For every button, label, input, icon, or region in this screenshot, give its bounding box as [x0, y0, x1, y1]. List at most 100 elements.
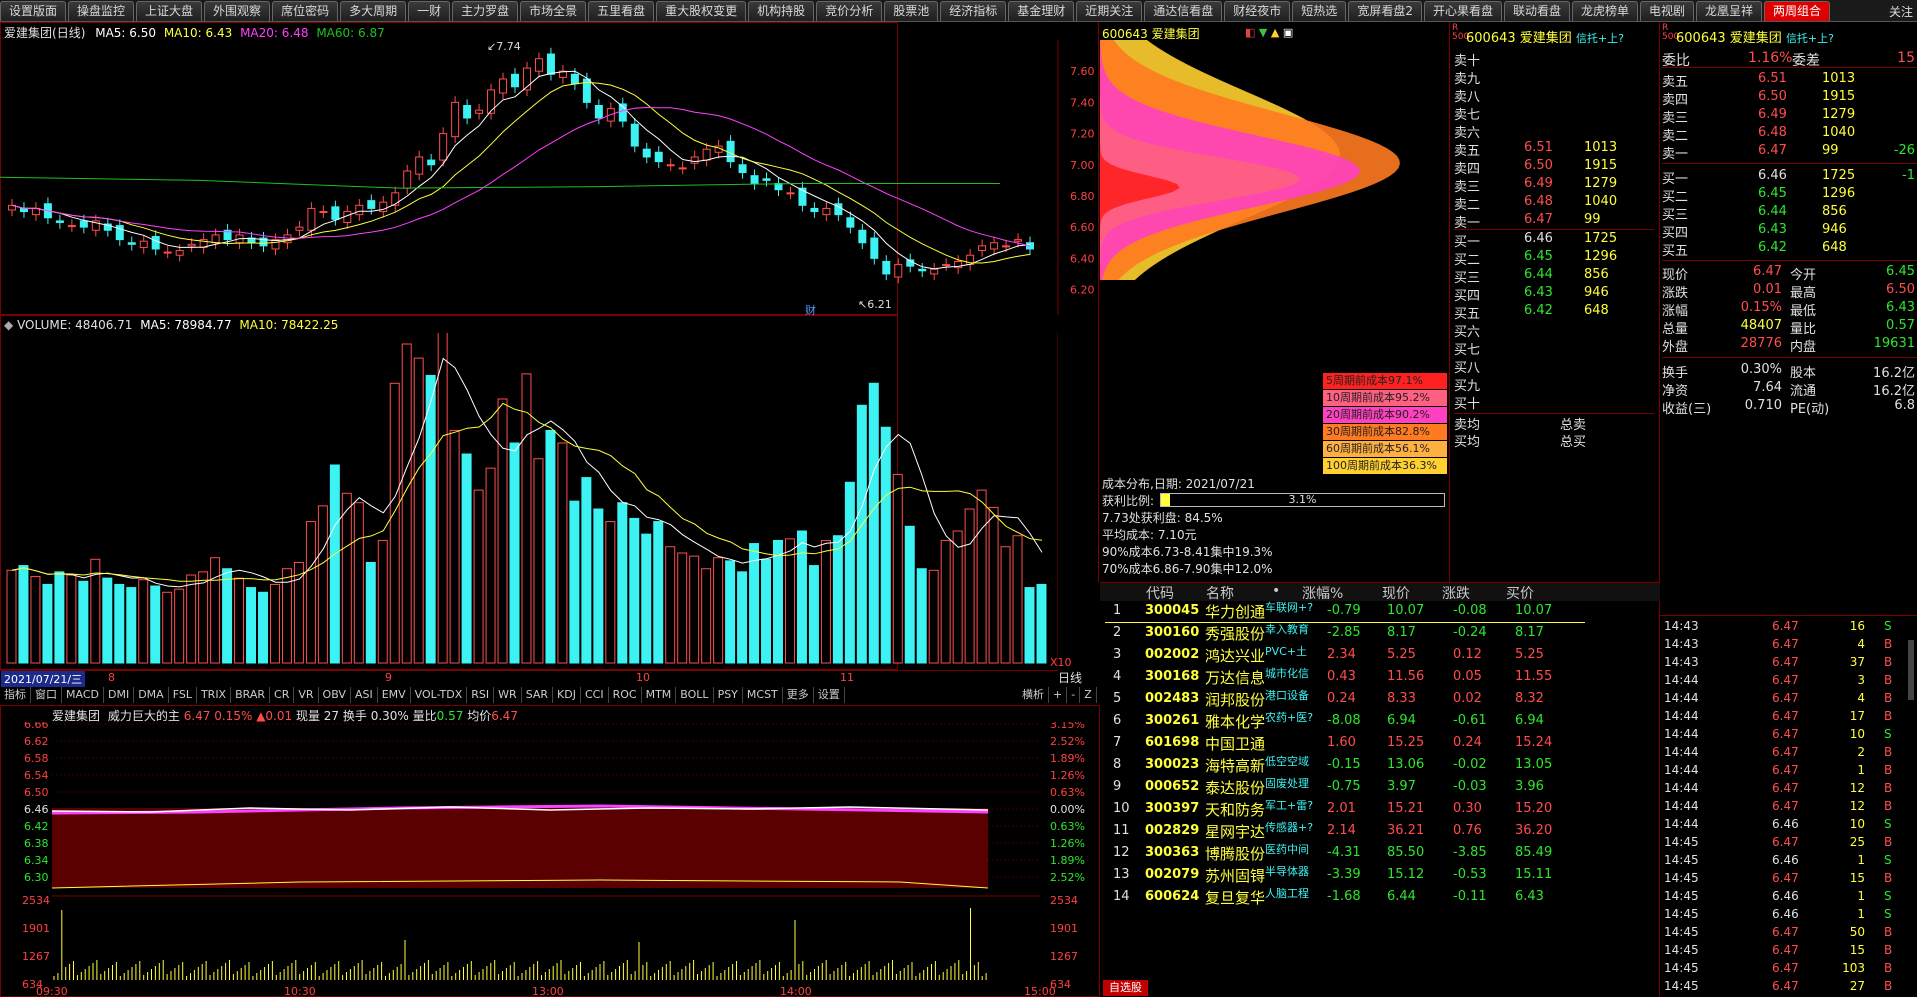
- indicator-tab-7[interactable]: BRAR: [231, 687, 271, 703]
- orderbook-mid-sell-2[interactable]: 卖八: [1454, 86, 1654, 105]
- orderbook-mid-buy-1[interactable]: 买二 6.45 1296: [1454, 249, 1654, 268]
- orderbook-mid-buy-0[interactable]: 买一 6.46 1725: [1454, 231, 1654, 250]
- indicator-tab-14[interactable]: RSI: [467, 687, 495, 703]
- orderbook-right-sell-2[interactable]: 卖三 6.49 1279: [1662, 107, 1917, 126]
- indicator-control-2[interactable]: -: [1067, 687, 1081, 703]
- orderbook-mid-sell-7[interactable]: 卖三 6.49 1279: [1454, 176, 1654, 195]
- indicator-tab-1[interactable]: 窗口: [31, 687, 62, 703]
- orderbook-mid-sell-5[interactable]: 卖五 6.51 1013: [1454, 140, 1654, 159]
- tab-16[interactable]: 近期关注: [1076, 1, 1143, 21]
- tab-18[interactable]: 财经夜市: [1224, 1, 1291, 21]
- orderbook-mid-buy-9[interactable]: 买十: [1454, 393, 1654, 412]
- indicator-tab-18[interactable]: CCI: [581, 687, 609, 703]
- tick-scrollbar[interactable]: [1908, 640, 1914, 700]
- indicator-tab-0[interactable]: 指标: [0, 687, 31, 703]
- orderbook-right-sell-3[interactable]: 卖二 6.48 1040: [1662, 125, 1917, 144]
- orderbook-mid-buy-3[interactable]: 买四 6.43 946: [1454, 285, 1654, 304]
- watchlist-row[interactable]: 13 002079 苏州固锝 半导体器 -3.39 15.12 -0.53 15.11: [1105, 865, 1585, 887]
- watchlist-row[interactable]: 10 300397 天和防务 军工+雷? 2.01 15.21 0.30 15.20: [1105, 799, 1585, 821]
- indicator-tab-5[interactable]: FSL: [169, 687, 197, 703]
- watchlist-row[interactable]: 9 000652 泰达股份 固废处理 -0.75 3.97 -0.03 3.96: [1105, 777, 1585, 799]
- tab-1[interactable]: 操盘监控: [68, 1, 135, 21]
- orderbook-right-sell-4[interactable]: 卖一 6.47 99 -26: [1662, 143, 1917, 162]
- orderbook-mid-sell-6[interactable]: 卖四 6.50 1915: [1454, 158, 1654, 177]
- watchlist-row[interactable]: 7 601698 中国卫通 1.60 15.25 0.24 15.24: [1105, 733, 1585, 755]
- cost-tool-icon-4[interactable]: ▣: [1283, 26, 1293, 39]
- orderbook-right-sell-1[interactable]: 卖四 6.50 1915: [1662, 89, 1917, 108]
- orderbook-mid-sell-9[interactable]: 卖一 6.47 99: [1454, 212, 1654, 231]
- tab-2[interactable]: 上证大盘: [136, 1, 203, 21]
- kline-chart[interactable]: 7.60 7.40 7.20 7.00 6.80 6.60 6.40 6.20: [0, 40, 1098, 315]
- watchlist-row[interactable]: 5 002483 润邦股份 港口设备 0.24 8.33 0.02 8.32: [1105, 689, 1585, 711]
- orderbook-mid-sell-0[interactable]: 卖十: [1454, 50, 1654, 69]
- orderbook-right-buy-3[interactable]: 买四 6.43 946: [1662, 222, 1917, 241]
- tab-19[interactable]: 短热选: [1292, 1, 1347, 21]
- intraday-chart[interactable]: 6.66 3.15% 6.62 2.52% 6.58 1.89% 6.54 1.26% 6.50…: [0, 722, 1100, 997]
- watchlist-row[interactable]: 1 300045 华力创通 车联网+? -0.79 10.07 -0.08 10.07: [1105, 601, 1585, 623]
- indicator-control-3[interactable]: Z: [1080, 687, 1097, 703]
- tab-25[interactable]: 龙凰呈祥: [1696, 1, 1763, 21]
- watchlist-row[interactable]: 12 300363 博腾股份 医药中间 -4.31 85.50 -3.85 85.49: [1105, 843, 1585, 865]
- orderbook-mid-buy-7[interactable]: 买八: [1454, 357, 1654, 376]
- indicator-control-1[interactable]: +: [1049, 687, 1068, 703]
- cost-tool-icon-1[interactable]: ◧: [1245, 26, 1255, 39]
- orderbook-mid-sell-3[interactable]: 卖七: [1454, 104, 1654, 123]
- watchlist-row[interactable]: 14 600624 复旦复华 人脑工程 -1.68 6.44 -0.11 6.43: [1105, 887, 1585, 909]
- orderbook-right-buy-4[interactable]: 买五 6.42 648: [1662, 240, 1917, 259]
- watchlist-row[interactable]: 3 002002 鸿达兴业 PVC+土 2.34 5.25 0.12 5.25: [1105, 645, 1585, 667]
- indicator-tab-12[interactable]: EMV: [378, 687, 411, 703]
- indicator-tab-17[interactable]: KDJ: [553, 687, 581, 703]
- indicator-tab-9[interactable]: VR: [294, 687, 319, 703]
- tab-23[interactable]: 龙虎榜单: [1571, 1, 1638, 21]
- orderbook-mid-sell-4[interactable]: 卖六: [1454, 122, 1654, 141]
- indicator-tab-15[interactable]: WR: [494, 687, 522, 703]
- tab-3[interactable]: 外围观察: [204, 1, 271, 21]
- orderbook-mid-sell-8[interactable]: 卖二 6.48 1040: [1454, 194, 1654, 213]
- indicator-tab-2[interactable]: MACD: [62, 687, 104, 703]
- tab-13[interactable]: 股票池: [884, 1, 939, 21]
- indicator-tab-11[interactable]: ASI: [351, 687, 378, 703]
- tab-4[interactable]: 席位密码: [272, 1, 339, 21]
- tab-6[interactable]: 一财: [408, 1, 451, 21]
- orderbook-right-sell-0[interactable]: 卖五 6.51 1013: [1662, 71, 1917, 90]
- watchlist-row[interactable]: 4 300168 万达信息 城市化信 0.43 11.56 0.05 11.55: [1105, 667, 1585, 689]
- tab-15[interactable]: 基金理财: [1008, 1, 1075, 21]
- orderbook-mid-buy-6[interactable]: 买七: [1454, 339, 1654, 358]
- indicator-tab-6[interactable]: TRIX: [197, 687, 232, 703]
- orderbook-mid-buy-4[interactable]: 买五 6.42 648: [1454, 303, 1654, 322]
- tab-0[interactable]: 设置版面: [0, 1, 67, 21]
- tab-20[interactable]: 宽屏看盘2: [1348, 1, 1422, 21]
- watchlist-row[interactable]: 8 300023 海特高新 低空空域 -0.15 13.06 -0.02 13.05: [1105, 755, 1585, 777]
- indicator-tab-10[interactable]: OBV: [319, 687, 351, 703]
- indicator-tab-24[interactable]: 更多: [783, 687, 814, 703]
- tab-22[interactable]: 联动看盘: [1503, 1, 1570, 21]
- orderbook-mid-sell-1[interactable]: 卖九: [1454, 68, 1654, 87]
- indicator-tab-22[interactable]: PSY: [714, 687, 743, 703]
- tab-12[interactable]: 竞价分析: [816, 1, 883, 21]
- indicator-tab-19[interactable]: ROC: [609, 687, 642, 703]
- cost-tool-icon-3[interactable]: ▲: [1271, 26, 1279, 39]
- watchlist-row[interactable]: 11 002829 星网宇达 传感器+? 2.14 36.21 0.76 36.20: [1105, 821, 1585, 843]
- orderbook-mid-buy-8[interactable]: 买九: [1454, 375, 1654, 394]
- tab-26[interactable]: 两周组合: [1764, 1, 1831, 21]
- orderbook-right-buy-0[interactable]: 买一 6.46 1725 -1: [1662, 168, 1917, 187]
- tab-17[interactable]: 通达信看盘: [1144, 1, 1223, 21]
- volume-chart[interactable]: 2000018000160001400012000100008000600040…: [0, 333, 1058, 670]
- watchlist-footer-tab[interactable]: 自选股: [1103, 980, 1148, 996]
- tab-11[interactable]: 机构持股: [748, 1, 815, 21]
- indicator-tab-25[interactable]: 设置: [814, 687, 845, 703]
- tab-5[interactable]: 多大周期: [340, 1, 407, 21]
- tab-24[interactable]: 电视剧: [1640, 1, 1695, 21]
- orderbook-mid-buy-5[interactable]: 买六: [1454, 321, 1654, 340]
- watchlist-row[interactable]: 2 300160 秀强股份 幸入教育 -2.85 8.17 -0.24 8.17: [1105, 623, 1585, 645]
- watchlist-row[interactable]: 6 300261 雅本化学 农药+医? -8.08 6.94 -0.61 6.94: [1105, 711, 1585, 733]
- tab-8[interactable]: 市场全景: [520, 1, 587, 21]
- orderbook-mid-buy-2[interactable]: 买三 6.44 856: [1454, 267, 1654, 286]
- indicator-tab-20[interactable]: MTM: [642, 687, 677, 703]
- tab-14[interactable]: 经济指标: [940, 1, 1007, 21]
- indicator-tab-8[interactable]: CR: [270, 687, 295, 703]
- cost-tool-icon-2[interactable]: ▼: [1259, 26, 1267, 39]
- orderbook-right-buy-1[interactable]: 买二 6.45 1296: [1662, 186, 1917, 205]
- indicator-control-0[interactable]: 横析: [1018, 687, 1049, 703]
- tab-10[interactable]: 重大股权变更: [656, 1, 747, 21]
